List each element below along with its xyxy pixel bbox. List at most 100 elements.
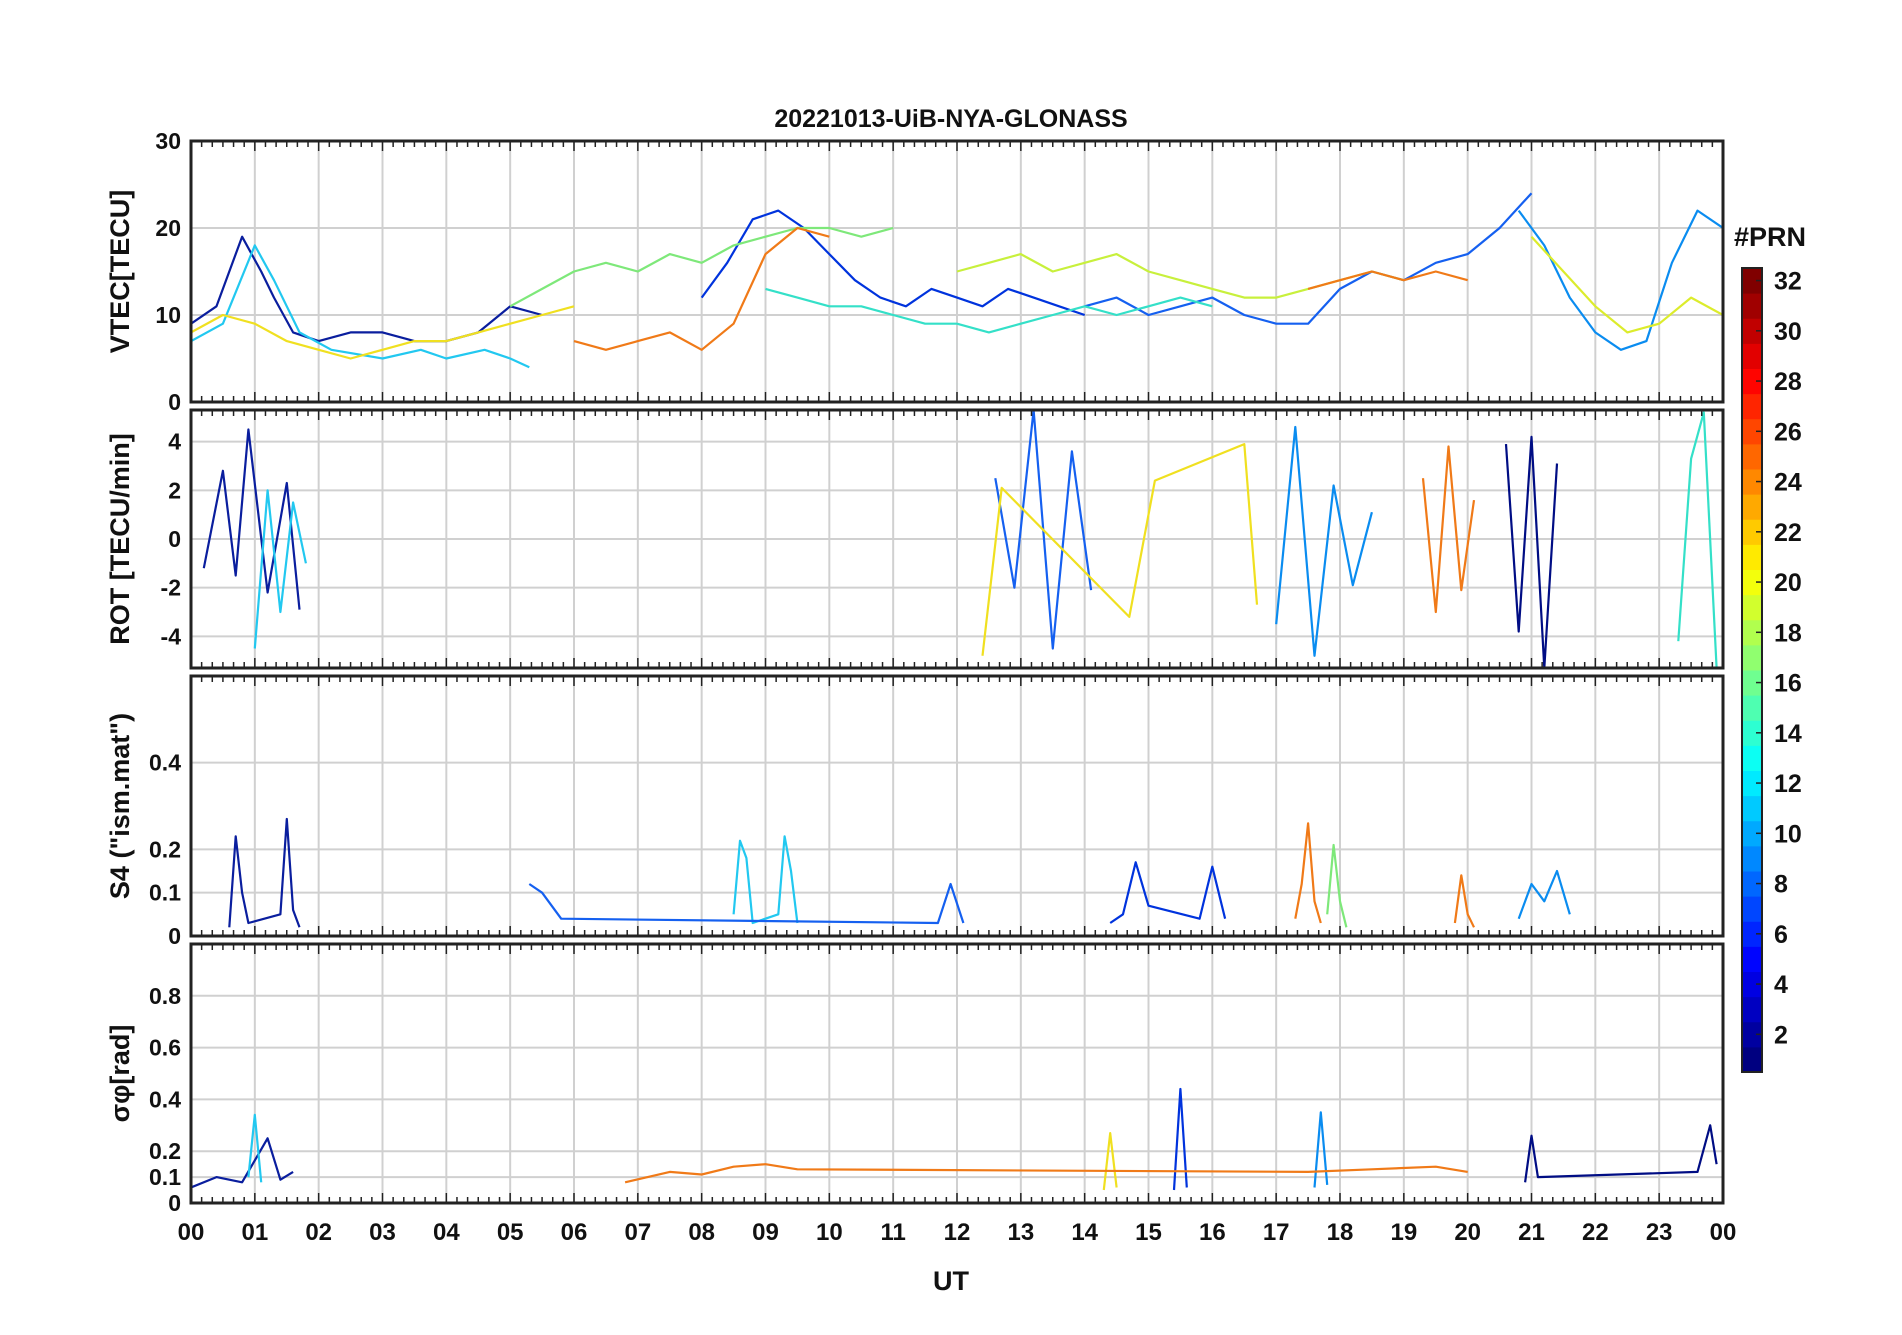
series-line-prn-2 xyxy=(202,428,301,610)
x-tick-label: 08 xyxy=(688,1219,715,1246)
series-line-prn-23 xyxy=(1294,822,1322,924)
panel-1: 0 10 20 30 VTEC[TECU] xyxy=(105,128,1725,415)
colorbar-tick-label: 28 xyxy=(1774,368,1802,396)
x-tick-label: 06 xyxy=(561,1219,588,1246)
y-tick-label: 2 xyxy=(168,477,181,503)
series-line-prn-6 xyxy=(1084,192,1533,325)
y-tick-label: 0.1 xyxy=(149,880,181,906)
x-tick-label: 02 xyxy=(305,1219,332,1246)
chart-title: 20221013-UiB-NYA-GLONASS xyxy=(774,105,1127,133)
series-line-prn-12 xyxy=(191,244,530,369)
colorbar-segment xyxy=(1742,1046,1762,1073)
colorbar-segment xyxy=(1742,845,1762,872)
x-tick-label: 17 xyxy=(1263,1219,1290,1246)
colorbar-label: #PRN xyxy=(1734,222,1806,252)
colorbar-tick-label: 30 xyxy=(1774,318,1802,346)
colorbar-segment xyxy=(1742,494,1762,520)
series-line-prn-14 xyxy=(1677,411,1718,668)
colorbar-tick-label: 24 xyxy=(1774,469,1802,497)
x-axis-label: UT xyxy=(933,1266,969,1296)
x-tick-label: 15 xyxy=(1135,1219,1162,1246)
colorbar-segment xyxy=(1742,695,1762,721)
series-line-prn-8 xyxy=(1517,209,1723,351)
colorbar-tick-label: 8 xyxy=(1774,871,1788,899)
series-line-prn-2 xyxy=(191,235,543,343)
series-line-prn-14 xyxy=(765,287,1213,334)
series-line-prn-23 xyxy=(1307,270,1468,290)
x-tick-label: 03 xyxy=(369,1219,396,1246)
series-line-prn-23 xyxy=(1453,874,1475,928)
x-tick-label: 09 xyxy=(752,1219,779,1246)
y-tick-label: 0.8 xyxy=(149,983,181,1009)
series-line-prn-23 xyxy=(624,1163,1468,1184)
colorbar-segment xyxy=(1742,745,1762,771)
x-tick-label: 00 xyxy=(178,1219,205,1246)
x-tick-label: 07 xyxy=(624,1219,651,1246)
colorbar-tick-label: 18 xyxy=(1774,619,1802,647)
y-tick-label: 20 xyxy=(155,215,181,241)
colorbar-segment xyxy=(1742,544,1762,570)
colorbar-segment xyxy=(1742,393,1762,420)
chart-svg: 20221013-UiB-NYA-GLONASS 0102030VTEC[TEC… xyxy=(105,105,1806,1296)
figure: 20221013-UiB-NYA-GLONASS 0 10 20 30 VTEC[TEC… xyxy=(0,0,1902,1335)
colorbar-segment xyxy=(1742,644,1762,671)
y-tick-label: 0.4 xyxy=(149,750,181,776)
y-tick-label: 10 xyxy=(155,302,181,328)
colorbar-tick-label: 20 xyxy=(1774,569,1802,597)
y-axis-label: VTEC[TECU] xyxy=(105,190,135,354)
y-tick-label: 0.4 xyxy=(149,1086,181,1112)
x-tick-label: 12 xyxy=(944,1219,971,1246)
x-tick-label: 05 xyxy=(497,1219,524,1246)
x-tick-label: 04 xyxy=(433,1219,460,1246)
panel-3: 0 0.1 0.2 0.4 S4 ("ism.mat") xyxy=(105,674,1725,949)
x-tick-label: 22 xyxy=(1582,1219,1609,1246)
colorbar-tick-label: 4 xyxy=(1774,971,1788,999)
colorbar-tick-label: 16 xyxy=(1774,670,1802,698)
colorbar-tick-label: 22 xyxy=(1774,519,1802,547)
series-group xyxy=(228,817,1571,928)
x-tick-label: 20 xyxy=(1454,1219,1481,1246)
x-tick-label: 21 xyxy=(1518,1219,1545,1246)
colorbar-tick-label: 14 xyxy=(1774,720,1802,748)
y-tick-label: 0 xyxy=(168,526,181,552)
colorbar-tick-label: 2 xyxy=(1774,1021,1788,1049)
series-line-prn-2 xyxy=(191,1137,294,1189)
series-line-prn-19 xyxy=(1530,235,1723,334)
colorbar-segment xyxy=(1742,594,1762,621)
y-tick-label: 30 xyxy=(155,128,181,154)
panel-2: -4 -2 0 2 4 ROT [TECU/min] xyxy=(105,408,1725,670)
x-tick-label: 10 xyxy=(816,1219,843,1246)
y-tick-label: 0.1 xyxy=(149,1164,181,1190)
x-tick-label: 18 xyxy=(1327,1219,1354,1246)
y-tick-label: 0.2 xyxy=(149,1138,181,1164)
y-tick-label: 0 xyxy=(168,389,181,415)
y-axis-label: S4 ("ism.mat") xyxy=(105,713,135,899)
colorbar-segment xyxy=(1742,896,1762,922)
y-axis-label: σφ[rad] xyxy=(105,1025,135,1123)
colorbar-tick-label: 12 xyxy=(1774,770,1802,798)
x-tick-label: 00 xyxy=(1710,1219,1737,1246)
panel-4: 00.10.2 0.4 0.6 0.8 σφ[rad] xyxy=(105,942,1725,1216)
y-tick-label: 4 xyxy=(168,429,181,455)
series-line-prn-16 xyxy=(1326,843,1348,928)
x-tick-label: 19 xyxy=(1390,1219,1417,1246)
colorbar-segment xyxy=(1742,996,1762,1023)
x-tick-label: 01 xyxy=(241,1219,268,1246)
colorbar-tick-label: 26 xyxy=(1774,418,1802,446)
y-tick-label: 0.2 xyxy=(149,836,181,862)
series-line-prn-1 xyxy=(1524,1124,1718,1183)
series-line-prn-8 xyxy=(1517,869,1571,920)
series-line-prn-20 xyxy=(981,443,1259,656)
x-tick-label: 16 xyxy=(1199,1219,1226,1246)
y-tick-label: 0 xyxy=(168,1190,181,1216)
series-line-prn-20 xyxy=(1102,1131,1118,1191)
colorbar-segment xyxy=(1742,343,1762,369)
series-line-prn-4 xyxy=(1172,1087,1188,1191)
x-tick-label: 23 xyxy=(1646,1219,1673,1246)
y-axis-label: ROT [TECU/min] xyxy=(105,433,135,644)
y-tick-label: 0.6 xyxy=(149,1035,181,1061)
y-tick-label: -2 xyxy=(161,575,181,601)
colorbar-tick-label: 10 xyxy=(1774,820,1802,848)
x-tick-label: 11 xyxy=(880,1219,905,1246)
y-tick-label: 0 xyxy=(168,923,181,949)
